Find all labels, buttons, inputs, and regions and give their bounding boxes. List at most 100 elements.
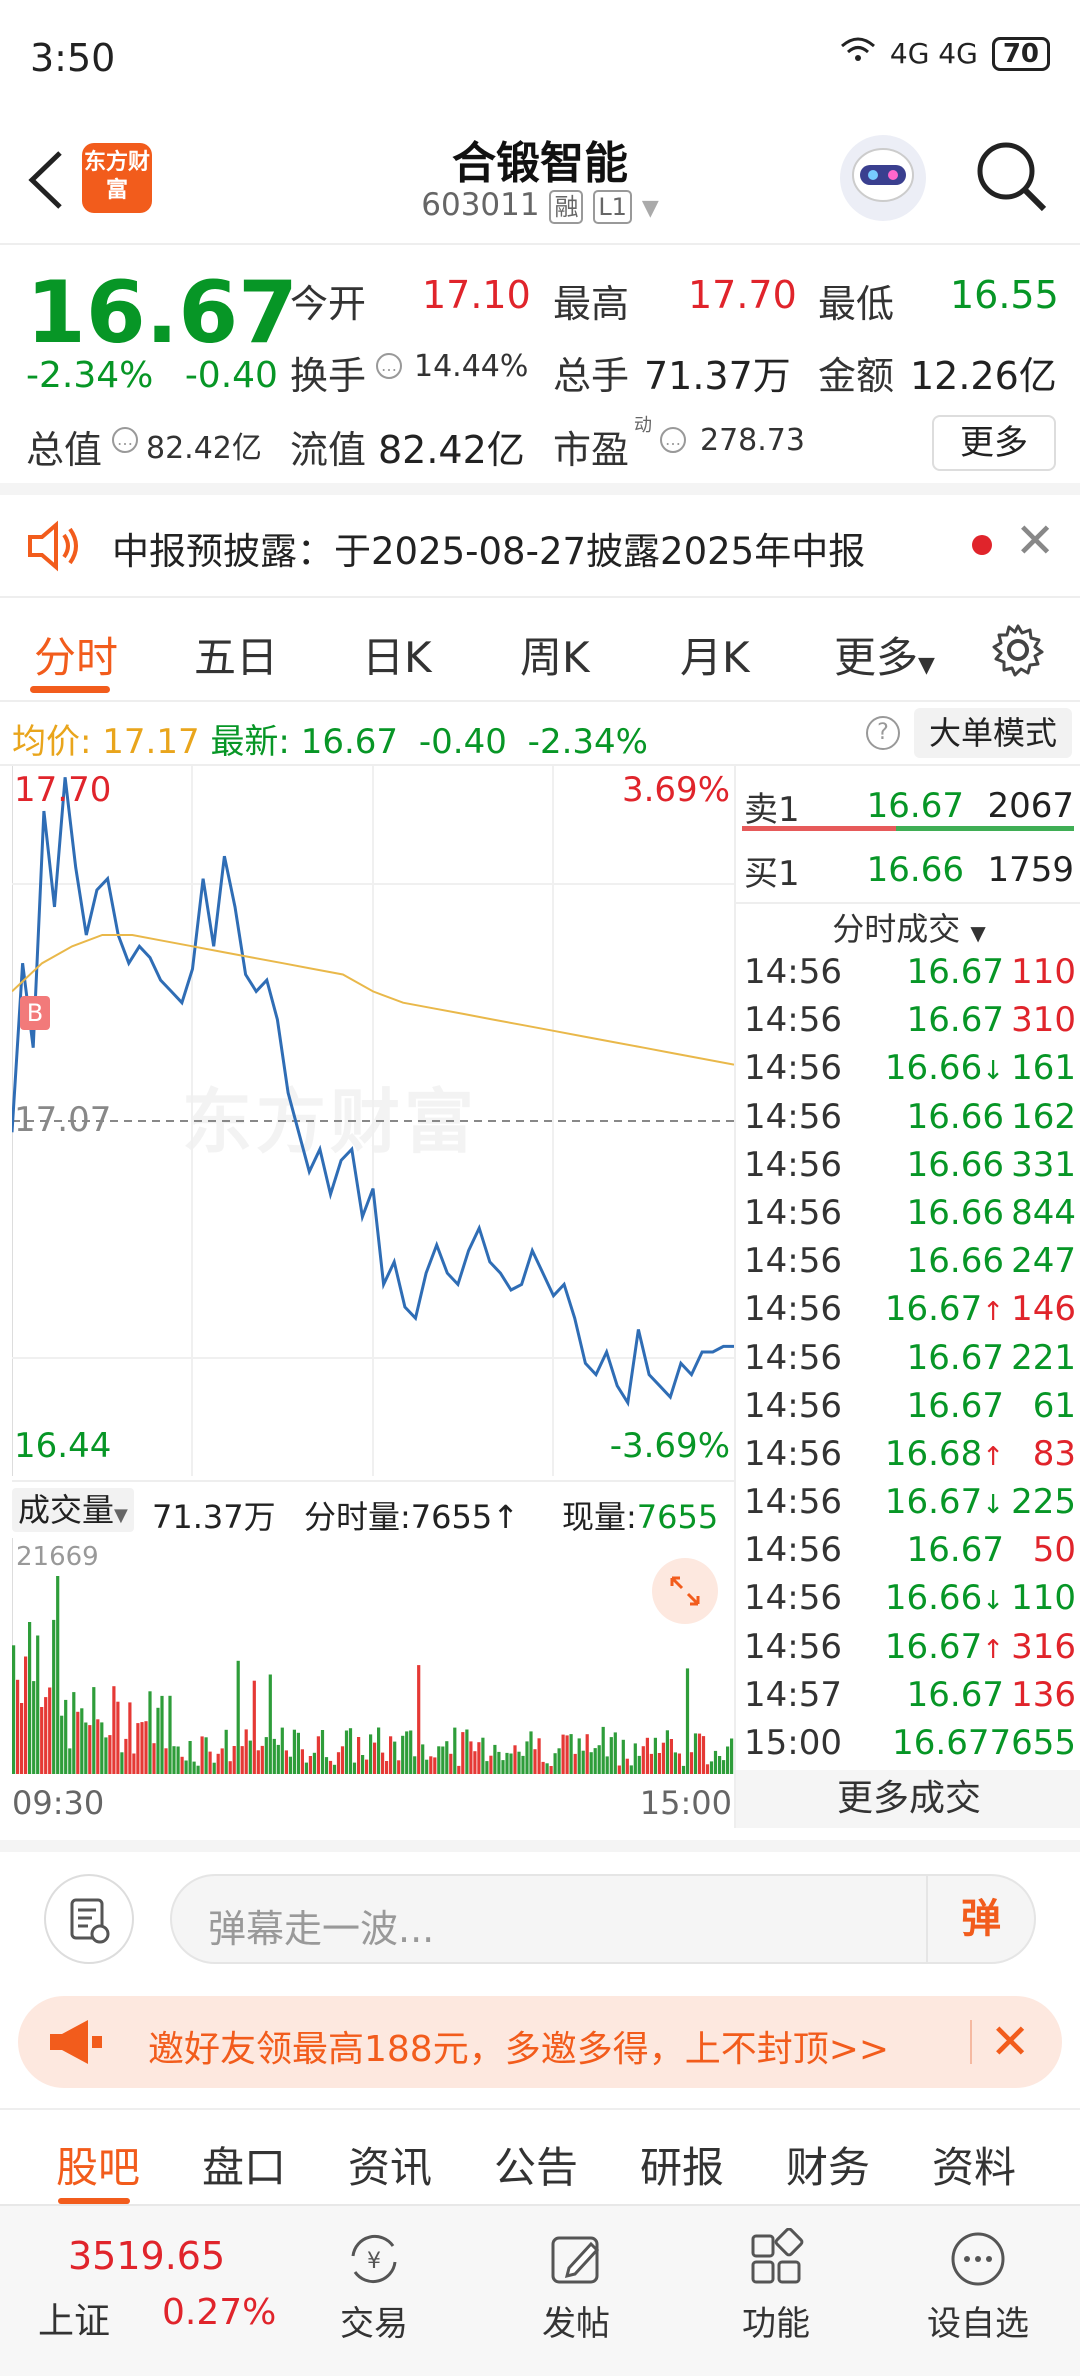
volume-bar (541, 1761, 545, 1774)
tick-time: 14:56 (744, 1626, 842, 1667)
y-axis-low-pct: -3.69% (609, 1426, 730, 1466)
tab-five-day[interactable]: 五日 (194, 624, 278, 685)
volume-bar (589, 1752, 593, 1774)
tab-intraday[interactable]: 分时 (34, 624, 118, 685)
volume-bar (581, 1750, 585, 1774)
volume-bar (413, 1756, 417, 1774)
help-icon[interactable]: ? (866, 716, 900, 750)
danmaku-input[interactable]: 弹幕走一波... 弹 (170, 1874, 1036, 1964)
volume-max-label: 21669 (16, 1542, 99, 1572)
settings-gear-icon[interactable] (990, 622, 1046, 682)
latest-change: -0.40 (418, 722, 507, 762)
index-ticker[interactable]: 3519.65 上证 0.27% (20, 2222, 280, 2362)
volume-bar (726, 1746, 730, 1774)
volume-bar (641, 1746, 645, 1774)
summary-line: 均价: 17.17 最新: 16.67 -0.40 -2.34% (12, 714, 648, 763)
buy-1-row[interactable]: 买1 16.66 1759 (744, 840, 1074, 900)
volume-chart[interactable]: 21669 (12, 1538, 734, 1774)
info-icon[interactable]: … (112, 427, 138, 453)
volume-bar (300, 1749, 304, 1774)
trade-tick-row: 14:56 16.66 162 (744, 1097, 1076, 1145)
tick-volume: 331 (1011, 1144, 1076, 1185)
volume-bar (629, 1765, 633, 1774)
more-quote-button[interactable]: 更多 (932, 415, 1056, 471)
ticks-header[interactable]: 分时成交 ▼ (736, 902, 1080, 956)
volume-bar (533, 1749, 537, 1774)
y-axis-prev-close: 17.07 (14, 1100, 112, 1140)
volume-bar (16, 1679, 20, 1774)
volume-bar (308, 1756, 312, 1774)
pe-superscript: 动 (634, 415, 652, 436)
volume-bar (377, 1727, 381, 1774)
volume-bar (252, 1680, 256, 1774)
volume-bar (192, 1761, 196, 1774)
x-axis-end: 15:00 (639, 1784, 732, 1822)
tick-time: 14:56 (744, 1433, 842, 1474)
volume-bar (597, 1745, 601, 1774)
tab-profile[interactable]: 资料 (932, 2134, 1016, 2195)
tick-time: 14:57 (744, 1674, 842, 1715)
buy-marker[interactable]: B (20, 996, 50, 1030)
volume-bar (385, 1761, 389, 1774)
volume-indicator-select[interactable]: 成交量▼ (12, 1488, 134, 1532)
nav-add-watchlist[interactable]: 设自选 (878, 2206, 1078, 2376)
volume-bar (365, 1759, 369, 1774)
tab-research[interactable]: 研报 (640, 2134, 724, 2195)
notice-bar[interactable]: 中报预披露：于2025-08-27披露2025年中报 ✕ (0, 495, 1080, 598)
tick-time: 14:56 (744, 1530, 842, 1571)
tab-monthly-k[interactable]: 月K (680, 624, 750, 685)
tab-more[interactable]: 更多▼ (834, 624, 935, 685)
expand-icon[interactable] (652, 1558, 718, 1624)
nav-trade[interactable]: ¥ 交易 (274, 2206, 474, 2376)
tick-time: 14:56 (744, 1289, 842, 1330)
danmaku-settings-icon[interactable] (44, 1874, 134, 1964)
volume-bar (112, 1686, 116, 1774)
search-icon[interactable] (972, 137, 1052, 217)
tab-news[interactable]: 资讯 (348, 2134, 432, 2195)
nav-functions[interactable]: 功能 (676, 2206, 876, 2376)
invite-promo-banner[interactable]: 邀好友领最高188元，多邀多得，上不封顶>> ✕ (18, 1996, 1062, 2088)
tick-price: 16.66 (906, 1096, 1004, 1137)
close-icon[interactable]: ✕ (1015, 513, 1055, 569)
tick-time: 14:56 (744, 1337, 842, 1378)
trade-tick-row: 14:56 16.67 310 (744, 1000, 1076, 1048)
tick-price: 16.66 (906, 1192, 1004, 1233)
big-order-mode-button[interactable]: 大单模式 (914, 708, 1072, 758)
volume-bar (405, 1731, 409, 1774)
tick-time: 14:56 (744, 1144, 842, 1185)
volume-bar (513, 1745, 517, 1774)
volume-bar (56, 1576, 60, 1774)
info-icon[interactable]: … (660, 427, 686, 453)
tab-financials[interactable]: 财务 (786, 2134, 870, 2195)
tab-forum[interactable]: 股吧 (56, 2134, 140, 2195)
volume-indicator-label: 成交量 (18, 1491, 115, 1529)
volume-bar (304, 1762, 308, 1774)
assistant-robot-icon[interactable] (840, 135, 926, 221)
volume-bar (401, 1735, 405, 1774)
trade-tick-row: 14:56 16.67↑ 146 (744, 1289, 1076, 1337)
total-volume-value: 71.37万 (644, 354, 791, 398)
y-axis-high: 17.70 (14, 770, 112, 810)
ticks-list: 14:56 16.67 110 14:56 16.67 310 14:56 16.66↓ 161… (744, 952, 1076, 1771)
tick-price: 16.67 (892, 1723, 990, 1763)
tab-weekly-k[interactable]: 周K (520, 624, 590, 685)
tab-daily-k[interactable]: 日K (362, 624, 432, 685)
tab-announcements[interactable]: 公告 (494, 2134, 578, 2195)
info-icon[interactable]: … (376, 353, 402, 379)
volume-bar (361, 1755, 365, 1774)
change-percent: -2.34% (26, 355, 154, 396)
divider (970, 2020, 972, 2064)
nav-post[interactable]: 发帖 (476, 2206, 676, 2376)
intraday-chart[interactable]: 东方财富 17.70 3.69% 17.07 16.44 -3.69% B (12, 766, 734, 1476)
close-icon[interactable]: ✕ (990, 2014, 1030, 2070)
volume-bar (140, 1722, 144, 1774)
volume-bar (701, 1736, 706, 1774)
volume-bar (232, 1746, 236, 1774)
tab-order-book[interactable]: 盘口 (202, 2134, 286, 2195)
tick-time: 14:56 (744, 1482, 842, 1523)
volume-bar (718, 1756, 722, 1774)
danmaku-send-button[interactable]: 弹 (926, 1876, 1034, 1962)
volume-bar (637, 1755, 641, 1774)
tick-price: 16.68↑ (884, 1433, 1004, 1474)
more-trades-button[interactable]: 更多成交 (736, 1770, 1080, 1828)
